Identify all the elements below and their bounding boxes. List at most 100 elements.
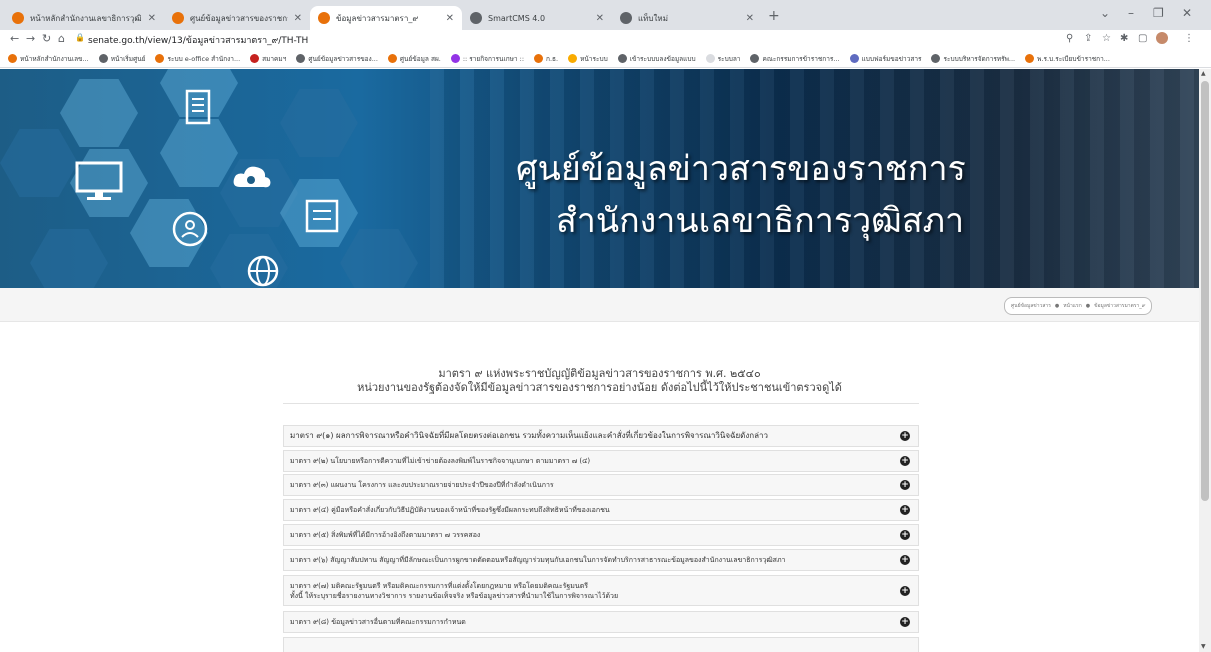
tab-search-icon[interactable]: ⌄ — [1100, 6, 1110, 20]
bookmark-favicon-icon — [750, 54, 760, 63]
bookmark-favicon-icon — [296, 54, 306, 63]
close-icon[interactable]: ✕ — [746, 13, 754, 24]
accordion-row-label-line: ทั้งนี้ ให้ระบุรายชื่อรายงานทางวิชาการ ร… — [290, 591, 619, 600]
extensions-icon[interactable]: ✱ — [1120, 33, 1128, 44]
bookmark-item[interactable]: หน้าเริ่มศูนย์ — [98, 54, 146, 64]
restore-icon[interactable]: ❐ — [1153, 6, 1164, 20]
bookmark-item[interactable]: ศูนย์ข้อมูล สผ. — [387, 54, 441, 64]
bookmark-item[interactable]: พ.ร.บ.ระเบียบข้าราชกา... — [1025, 54, 1110, 64]
bookmark-favicon-icon — [155, 54, 165, 63]
accordion-row[interactable]: มาตรา ๙(๔) คู่มือหรือคำสั่งเกี่ยวกับวิธี… — [283, 499, 919, 521]
hex-decoration — [340, 229, 418, 288]
expand-plus-icon[interactable]: + — [900, 480, 910, 490]
accordion-row[interactable]: มาตรา ๙(๑) ผลการพิจารณาหรือคำวินิจฉัยที่… — [283, 425, 919, 447]
bookmark-favicon-icon — [617, 54, 627, 63]
close-icon[interactable]: ✕ — [294, 13, 302, 24]
address-bar[interactable]: senate.go.th/view/13/ข้อมูลข่าวสารมาตรา_… — [88, 33, 308, 47]
scroll-up-icon[interactable]: ▲ — [1201, 70, 1206, 77]
sidepanel-icon[interactable]: ▢ — [1138, 33, 1147, 44]
bookmark-label: เข้าระบบบลงข้อมูลแบบ — [629, 54, 696, 63]
home-icon[interactable]: ⌂ — [58, 32, 65, 45]
accordion-row[interactable]: มาตรา ๙(๕) สิ่งพิมพ์ที่ได้มีการอ้างอิงถึ… — [283, 524, 919, 546]
scroll-down-icon[interactable]: ▼ — [1201, 643, 1206, 650]
reload-icon[interactable]: ↻ — [42, 32, 51, 45]
new-tab-button[interactable]: + — [768, 8, 780, 24]
bookmark-item[interactable]: ระบบลา — [705, 54, 741, 64]
forward-icon[interactable]: → — [26, 32, 35, 45]
window-close-icon[interactable]: ✕ — [1182, 6, 1192, 20]
accordion-row-label: มาตรา ๙(๓) แผนงาน โครงการ และงบประมาณราย… — [290, 480, 554, 490]
expand-plus-icon[interactable]: + — [900, 555, 910, 565]
scrollbar-thumb[interactable] — [1201, 81, 1209, 501]
breadcrumb-item[interactable]: ศูนย์ข้อมูลข่าวสาร — [1011, 302, 1051, 310]
bookmark-item[interactable]: ศูนย์ข้อมูลข่าวสารของ... — [296, 54, 378, 64]
scrollbar[interactable]: ▲ ▼ — [1199, 69, 1211, 652]
server-icon — [305, 199, 339, 233]
bookmark-item[interactable]: สมาคมฯ — [250, 54, 286, 64]
bookmark-label: ก.ธ. — [546, 54, 559, 63]
avatar[interactable] — [1156, 32, 1168, 44]
close-icon[interactable]: ✕ — [148, 13, 156, 24]
accordion-row-label: มาตรา ๙(๗) มติคณะรัฐมนตรี หรือมติคณะกรรม… — [290, 581, 618, 601]
bookmark-label: ศูนย์ข้อมูล สผ. — [399, 54, 441, 63]
tab-title: แท็บใหม่ — [638, 13, 668, 23]
expand-plus-icon[interactable]: + — [900, 530, 910, 540]
browser-tab-active[interactable]: ข้อมูลข่าวสารมาตรา_๙ ✕ — [310, 6, 462, 30]
accordion-row[interactable]: มาตรา ๙(๘) ข้อมูลข่าวสารอื่นตามที่คณะกรร… — [283, 611, 919, 633]
browser-tab[interactable]: แท็บใหม่ ✕ — [612, 6, 762, 30]
bookmark-item[interactable]: ก.ธ. — [534, 54, 558, 64]
bookmark-favicon-icon — [705, 54, 715, 63]
browser-tab[interactable]: หน้าหลักสำนักงานเลขาธิการวุฒิสภา ✕ — [4, 6, 164, 30]
lock-icon[interactable]: 🔒 — [75, 33, 85, 42]
bookmark-item[interactable]: :: รายกิจการนเกษา :: — [450, 54, 524, 64]
browser-tab[interactable]: SmartCMS 4.0 ✕ — [462, 6, 612, 30]
accordion-row[interactable]: มาตรา ๙(๓) แผนงาน โครงการ และงบประมาณราย… — [283, 474, 919, 496]
menu-icon[interactable]: ⋮ — [1184, 33, 1194, 44]
expand-plus-icon[interactable]: + — [900, 617, 910, 627]
accordion-row[interactable]: มาตรา ๙(๒) นโยบายหรือการตีความที่ไม่เข้า… — [283, 450, 919, 472]
breadcrumb-item[interactable]: หน้าแรก — [1063, 302, 1081, 310]
bookmark-item[interactable]: หน้าหลักสำนักงานเลข... — [8, 54, 89, 64]
accordion-row-label: มาตรา ๙(๑) ผลการพิจารณาหรือคำวินิจฉัยที่… — [290, 431, 768, 441]
accordion-row-label: มาตรา ๙(๘) ข้อมูลข่าวสารอื่นตามที่คณะกรร… — [290, 617, 466, 627]
bookmark-item[interactable]: แบบฟอร์มขอข่าวสาร — [849, 54, 921, 64]
back-icon[interactable]: ← — [10, 32, 19, 45]
bookmark-item[interactable]: เข้าระบบบลงข้อมูลแบบ — [617, 54, 696, 64]
bookmark-item[interactable]: ระบบบริหารจัดการทรัพ... — [931, 54, 1015, 64]
hex-decoration — [160, 119, 238, 187]
bookmark-favicon-icon — [568, 54, 578, 63]
expand-plus-icon[interactable]: + — [900, 456, 910, 466]
browser-toolbar: ← → ↻ ⌂ 🔒 senate.go.th/view/13/ข้อมูลข่า… — [0, 30, 1211, 50]
bookmark-label: ระบบลา — [717, 54, 741, 63]
zoom-icon[interactable]: ⚲ — [1066, 33, 1073, 44]
bookmark-favicon-icon — [387, 54, 397, 63]
share-icon[interactable]: ⇪ — [1084, 33, 1092, 44]
bookmark-favicon-icon — [450, 54, 460, 63]
bookmark-favicon-icon — [250, 54, 260, 63]
accordion-row-label-line: มาตรา ๙(๓) แผนงาน โครงการ และงบประมาณราย… — [290, 481, 554, 489]
minimize-icon[interactable]: – — [1128, 6, 1134, 20]
accordion-row-label-line: มาตรา ๙(๖) สัญญาสัมปทาน สัญญาที่มีลักษณะ… — [290, 556, 786, 564]
bookmark-label: ระบบบริหารจัดการทรัพ... — [943, 54, 1016, 63]
bookmark-favicon-icon — [1025, 54, 1035, 63]
accordion-row[interactable]: มาตรา ๙(๗) มติคณะรัฐมนตรี หรือมติคณะกรรม… — [283, 575, 919, 606]
close-icon[interactable]: ✕ — [446, 13, 454, 24]
browser-tab[interactable]: ศูนย์ข้อมูลข่าวสารของราชการ สำนัก ✕ — [164, 6, 310, 30]
expand-plus-icon[interactable]: + — [900, 505, 910, 515]
browser-tab-strip: หน้าหลักสำนักงานเลขาธิการวุฒิสภา ✕ ศูนย์… — [0, 0, 1211, 30]
expand-plus-icon[interactable]: + — [900, 431, 910, 441]
bookmark-item[interactable]: ระบบ e-office สำนักงา... — [155, 54, 240, 64]
breadcrumb-item[interactable]: ข้อมูลข่าวสารมาตรา_๙ — [1094, 302, 1145, 310]
bookmark-label: ศูนย์ข้อมูลข่าวสารของ... — [308, 54, 378, 63]
expand-plus-icon[interactable]: + — [900, 585, 910, 596]
bookmark-label: หน้าเริ่มศูนย์ — [110, 54, 146, 63]
close-icon[interactable]: ✕ — [596, 13, 604, 24]
accordion-row[interactable]: มาตรา ๙(๖) สัญญาสัมปทาน สัญญาที่มีลักษณะ… — [283, 549, 919, 571]
breadcrumb: ศูนย์ข้อมูลข่าวสาร ● หน้าแรก ● ข้อมูลข่า… — [1004, 297, 1153, 315]
bookmark-item[interactable]: คณะกรรมการข้าราชการ... — [750, 54, 840, 64]
bookmark-item[interactable]: หน้าระบบ — [568, 54, 608, 64]
accordion-row-label: มาตรา ๙(๔) คู่มือหรือคำสั่งเกี่ยวกับวิธี… — [290, 505, 610, 515]
star-icon[interactable]: ☆ — [1102, 33, 1111, 44]
bookmark-favicon-icon — [8, 54, 17, 63]
bookmark-label: สมาคมฯ — [262, 54, 287, 63]
